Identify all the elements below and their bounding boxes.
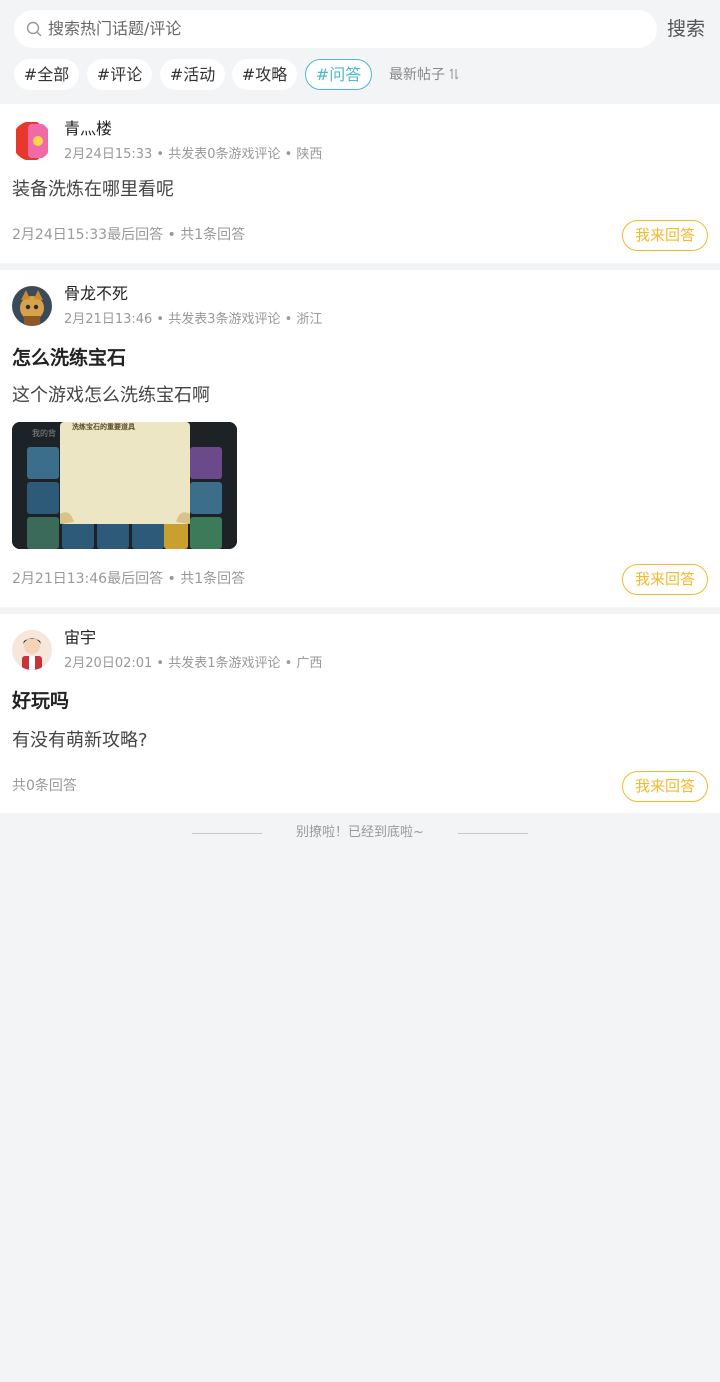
post-meta: 2月21日13:46 • 共发表3条游戏评论 • 浙江 (64, 312, 323, 327)
sort-dropdown[interactable]: 最新帖子 (389, 66, 459, 84)
game-screenshot-image (12, 422, 237, 549)
end-note-text: 别撩啦！已经到底啦~ (296, 825, 424, 840)
post-body[interactable]: 装备洗炼在哪里看呢 (12, 179, 174, 201)
post-card[interactable]: 宙宇 2月20日02:01 • 共发表1条游戏评论 • 广西 好玩吗 有没有萌新… (0, 614, 720, 813)
post-card[interactable]: 骨龙不死 2月21日13:46 • 共发表3条游戏评论 • 浙江 怎么洗练宝石 … (0, 270, 720, 607)
filter-chip-guides[interactable]: #攻略 (232, 59, 297, 90)
user-avatar-image (12, 630, 52, 670)
post-body[interactable]: 有没有萌新攻略? (12, 730, 148, 752)
search-input[interactable]: 搜索热门话题/评论 (14, 10, 657, 48)
filter-chip-comments[interactable]: #评论 (87, 59, 152, 90)
username[interactable]: 宙宇 (64, 628, 96, 648)
search-button[interactable]: 搜索 (667, 17, 705, 41)
filter-chip-all[interactable]: #全部 (14, 59, 79, 90)
post-meta: 2月24日15:33 • 共发表0条游戏评论 • 陕西 (64, 147, 323, 162)
filter-chip-events[interactable]: #活动 (160, 59, 225, 90)
sort-label: 最新帖子 (389, 67, 445, 83)
post-meta: 2月20日02:01 • 共发表1条游戏评论 • 广西 (64, 656, 323, 671)
search-placeholder: 搜索热门话题/评论 (48, 19, 182, 38)
image-caption: 洗练宝石的重要道具 (72, 423, 135, 431)
image-corner-label: 我的背 (32, 429, 56, 438)
post-footer-info: 共0条回答 (12, 778, 77, 794)
post-title[interactable]: 怎么洗练宝石 (12, 346, 126, 370)
post-title[interactable]: 好玩吗 (12, 689, 69, 713)
search-icon (26, 21, 42, 37)
post-footer-info: 2月24日15:33最后回答 • 共1条回答 (12, 227, 246, 243)
avatar[interactable] (12, 121, 52, 161)
user-avatar-image (12, 121, 52, 161)
avatar[interactable] (12, 630, 52, 670)
user-avatar-image (12, 286, 52, 326)
post-card[interactable]: 青灬楼 2月24日15:33 • 共发表0条游戏评论 • 陕西 装备洗炼在哪里看… (0, 104, 720, 263)
answer-button[interactable]: 我来回答 (622, 771, 708, 802)
divider-left (192, 833, 262, 834)
post-image[interactable]: 我的背 洗练宝石的重要道具 (12, 422, 237, 549)
post-body[interactable]: 这个游戏怎么洗练宝石啊 (12, 385, 210, 407)
top-bar: 搜索热门话题/评论 搜索 #全部 #评论 #活动 #攻略 #问答 最新帖子 (0, 0, 720, 104)
sort-arrows-icon (450, 68, 459, 80)
post-footer-info: 2月21日13:46最后回答 • 共1条回答 (12, 571, 246, 587)
filter-chip-qa[interactable]: #问答 (305, 59, 372, 90)
avatar[interactable] (12, 286, 52, 326)
answer-button[interactable]: 我来回答 (622, 220, 708, 251)
answer-button[interactable]: 我来回答 (622, 564, 708, 595)
divider-right (458, 833, 528, 834)
end-of-list-note: 别撩啦！已经到底啦~ (0, 824, 720, 844)
username[interactable]: 青灬楼 (64, 119, 112, 139)
username[interactable]: 骨龙不死 (64, 284, 128, 304)
